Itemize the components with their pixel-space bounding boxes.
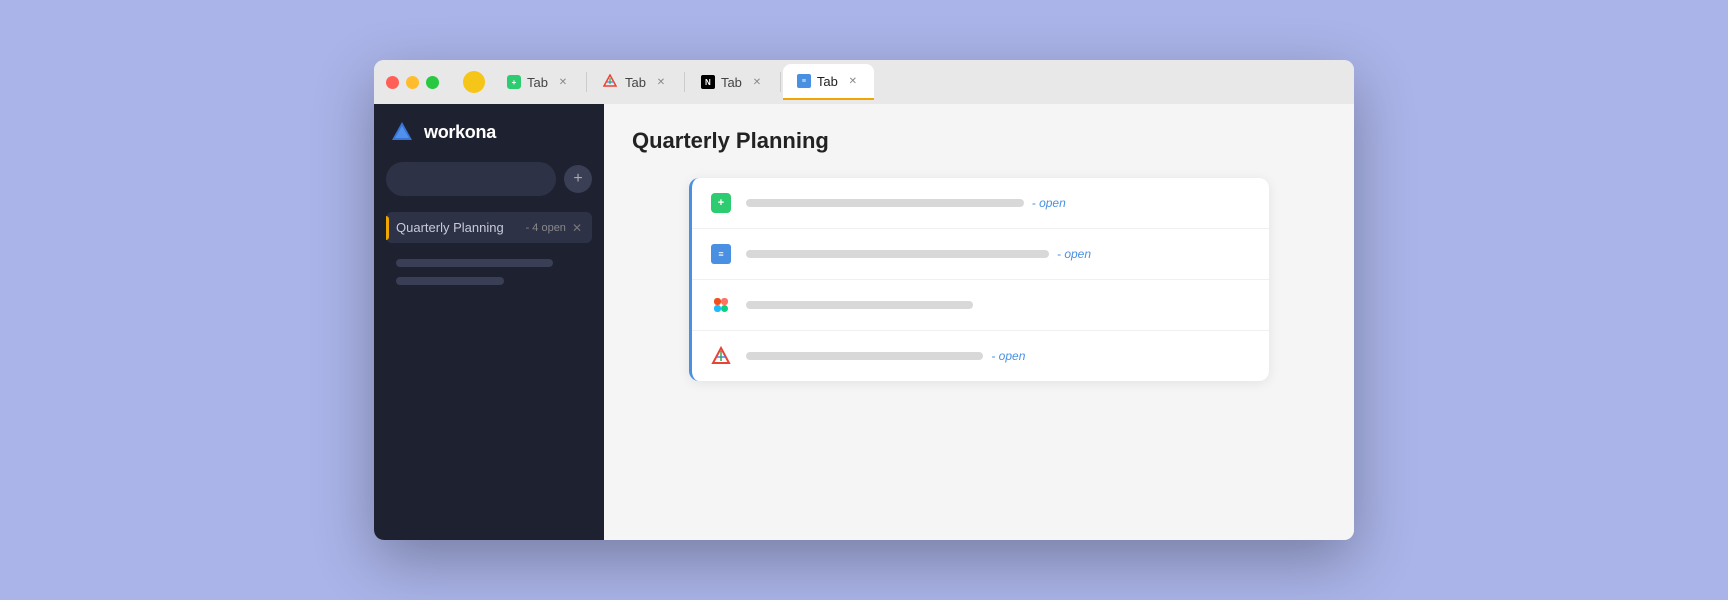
placeholder-line-1 (396, 259, 553, 267)
tab-list-item-4[interactable]: - open (692, 331, 1269, 381)
item2-icon: ≡ (710, 243, 732, 265)
traffic-lights (386, 76, 439, 89)
item4-content: - open (746, 349, 1251, 363)
active-indicator (386, 216, 389, 240)
workspace-name: Quarterly Planning (396, 220, 522, 235)
browser-tab-3[interactable]: N Tab ✕ (687, 64, 778, 100)
item1-bar (746, 199, 1024, 207)
tab2-label: Tab (625, 75, 646, 90)
content-body: + - open ≡ - ope (604, 170, 1354, 540)
workspace-item-quarterly[interactable]: Quarterly Planning - 4 open ✕ (386, 212, 592, 243)
page-title: Quarterly Planning (632, 128, 1326, 154)
workona-logo-icon (390, 120, 414, 144)
search-row: 🔍 + (386, 162, 592, 196)
item1-content: - open (746, 196, 1251, 210)
item2-open-label: - open (1057, 247, 1091, 261)
main-content: Quarterly Planning + - open (604, 104, 1354, 540)
browser-tab-4[interactable]: ≡ Tab ✕ (783, 64, 874, 100)
placeholder-line-2 (396, 277, 504, 285)
tab3-close[interactable]: ✕ (750, 75, 764, 89)
tab2-icon (603, 74, 619, 90)
workspace-badge: - 4 open (526, 222, 566, 234)
search-bar[interactable] (386, 162, 556, 196)
todo-icon: + (711, 193, 731, 213)
tab1-close[interactable]: ✕ (556, 75, 570, 89)
tab-list-item-3[interactable] (692, 280, 1269, 331)
minimize-button[interactable] (406, 76, 419, 89)
item4-bar (746, 352, 983, 360)
profile-avatar (463, 71, 485, 93)
tab-divider-1 (586, 72, 587, 92)
tab1-icon: + (507, 75, 521, 89)
figma-icon (711, 295, 731, 315)
placeholder-lines (386, 259, 592, 285)
item4-open-label: - open (991, 349, 1025, 363)
tab-divider-2 (684, 72, 685, 92)
browser-tab-2[interactable]: Tab ✕ (589, 64, 682, 100)
logo-text: workona (424, 122, 496, 143)
workspace-close-icon[interactable]: ✕ (572, 221, 582, 235)
title-bar: + Tab ✕ Tab ✕ N T (374, 60, 1354, 104)
item2-content: - open (746, 247, 1251, 261)
item3-bar (746, 301, 973, 309)
tab4-close[interactable]: ✕ (846, 74, 860, 88)
item1-open-label: - open (1032, 196, 1066, 210)
item1-icon: + (710, 192, 732, 214)
browser-window: + Tab ✕ Tab ✕ N T (374, 60, 1354, 540)
tab-divider-3 (780, 72, 781, 92)
tab4-label: Tab (817, 74, 838, 89)
browser-tab-1[interactable]: + Tab ✕ (493, 64, 584, 100)
fullscreen-button[interactable] (426, 76, 439, 89)
logo: workona (386, 120, 592, 144)
tab2-close[interactable]: ✕ (654, 75, 668, 89)
doc-icon: ≡ (711, 244, 731, 264)
close-button[interactable] (386, 76, 399, 89)
item3-content (746, 301, 1251, 309)
browser-body: workona 🔍 + Quarterly Planning - 4 open … (374, 104, 1354, 540)
tab3-label: Tab (721, 75, 742, 90)
add-workspace-button[interactable]: + (564, 165, 592, 193)
tabs-card: + - open ≡ - ope (689, 178, 1269, 381)
tab4-icon: ≡ (797, 74, 811, 88)
tab1-label: Tab (527, 75, 548, 90)
gsuite-icon (711, 346, 731, 366)
search-wrapper: 🔍 (386, 162, 556, 196)
item4-icon (710, 345, 732, 367)
tab-list-item-1[interactable]: + - open (692, 178, 1269, 229)
sidebar: workona 🔍 + Quarterly Planning - 4 open … (374, 104, 604, 540)
content-header: Quarterly Planning (604, 104, 1354, 170)
item2-bar (746, 250, 1049, 258)
item3-icon (710, 294, 732, 316)
tab-list-item-2[interactable]: ≡ - open (692, 229, 1269, 280)
tab3-icon: N (701, 75, 715, 89)
browser-tabs: + Tab ✕ Tab ✕ N T (493, 64, 1342, 100)
